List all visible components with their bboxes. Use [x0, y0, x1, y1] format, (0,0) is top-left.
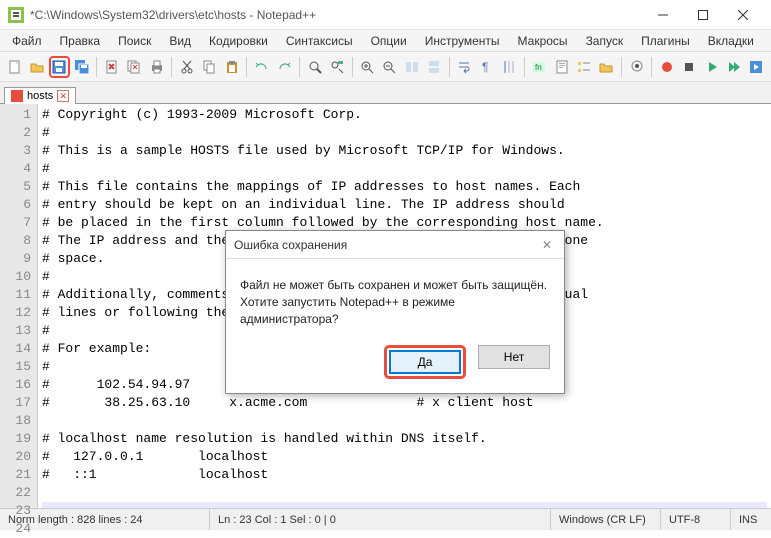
dialog-no-button[interactable]: Нет — [478, 345, 550, 369]
dialog-body: Файл не может быть сохранен и может быть… — [226, 259, 564, 335]
cut-icon[interactable] — [176, 56, 197, 78]
toolbar-separator — [299, 57, 300, 77]
dialog-close-icon[interactable]: ✕ — [538, 238, 556, 252]
menu-?[interactable]: ? — [764, 32, 771, 50]
dialog-buttons: Да Нет — [226, 335, 564, 393]
play-multi-icon[interactable] — [723, 56, 744, 78]
save-icon[interactable] — [49, 56, 70, 78]
toolbar-separator — [171, 57, 172, 77]
menu-bar: ФайлПравкаПоискВидКодировкиСинтаксисыОпц… — [0, 30, 771, 52]
tab-label: hosts — [27, 90, 53, 102]
close-all-icon[interactable] — [124, 56, 145, 78]
doc-map-icon[interactable] — [551, 56, 572, 78]
sync-v-icon[interactable] — [401, 56, 422, 78]
toolbar-separator — [524, 57, 525, 77]
maximize-button[interactable] — [683, 1, 723, 29]
window-title: *C:\Windows\System32\drivers\etc\hosts -… — [30, 8, 643, 22]
status-position: Ln : 23 Col : 1 Sel : 0 | 0 — [210, 509, 551, 530]
new-file-icon[interactable] — [4, 56, 25, 78]
unsaved-icon — [11, 90, 23, 102]
folder-icon[interactable] — [596, 56, 617, 78]
paste-icon[interactable] — [221, 56, 242, 78]
tab-hosts[interactable]: hosts ✕ — [4, 87, 76, 104]
menu-опции[interactable]: Опции — [363, 32, 415, 50]
svg-text:fn: fn — [535, 63, 542, 72]
dialog-title-text: Ошибка сохранения — [234, 238, 347, 252]
menu-инструменты[interactable]: Инструменты — [417, 32, 508, 50]
status-length: Norm length : 828 lines : 24 — [0, 509, 210, 530]
window-controls — [643, 1, 763, 29]
dialog-message-1: Файл не может быть сохранен и может быть… — [240, 277, 550, 294]
minimize-button[interactable] — [643, 1, 683, 29]
status-encoding[interactable]: UTF-8 — [661, 509, 731, 530]
tab-close-icon[interactable]: ✕ — [57, 90, 69, 102]
svg-text:¶: ¶ — [482, 60, 488, 74]
monitor-icon[interactable] — [626, 56, 647, 78]
dialog-yes-highlight: Да — [384, 345, 466, 379]
copy-icon[interactable] — [199, 56, 220, 78]
print-icon[interactable] — [146, 56, 167, 78]
close-file-icon[interactable] — [101, 56, 122, 78]
status-mode[interactable]: INS — [731, 509, 771, 530]
status-eol[interactable]: Windows (CR LF) — [551, 509, 661, 530]
menu-плагины[interactable]: Плагины — [633, 32, 698, 50]
wordwrap-icon[interactable] — [454, 56, 475, 78]
close-button[interactable] — [723, 1, 763, 29]
menu-вид[interactable]: Вид — [161, 32, 199, 50]
line-gutter: 123456789101112131415161718192021222324 — [0, 104, 38, 508]
open-file-icon[interactable] — [26, 56, 47, 78]
menu-макросы[interactable]: Макросы — [510, 32, 576, 50]
play-macro-icon[interactable] — [701, 56, 722, 78]
menu-поиск[interactable]: Поиск — [110, 32, 159, 50]
dialog-titlebar: Ошибка сохранения ✕ — [226, 231, 564, 259]
lang-icon[interactable]: fn — [529, 56, 550, 78]
toolbar-separator — [651, 57, 652, 77]
indent-guide-icon[interactable] — [498, 56, 519, 78]
replace-icon[interactable] — [326, 56, 347, 78]
toolbar-separator — [246, 57, 247, 77]
menu-запуск[interactable]: Запуск — [578, 32, 632, 50]
menu-файл[interactable]: Файл — [4, 32, 50, 50]
dialog-yes-button[interactable]: Да — [389, 350, 461, 374]
zoom-out-icon[interactable] — [379, 56, 400, 78]
dialog-message-2: Хотите запустить Notepad++ в режиме адми… — [240, 294, 550, 328]
menu-синтаксисы[interactable]: Синтаксисы — [278, 32, 361, 50]
toolbar-separator — [96, 57, 97, 77]
toolbar-separator — [352, 57, 353, 77]
sync-h-icon[interactable] — [423, 56, 444, 78]
save-error-dialog: Ошибка сохранения ✕ Файл не может быть с… — [225, 230, 565, 394]
menu-вкладки[interactable]: Вкладки — [700, 32, 762, 50]
toolbar-separator — [449, 57, 450, 77]
zoom-in-icon[interactable] — [357, 56, 378, 78]
app-icon — [8, 7, 24, 23]
status-bar: Norm length : 828 lines : 24 Ln : 23 Col… — [0, 508, 771, 530]
tab-bar: hosts ✕ — [0, 82, 771, 104]
redo-icon[interactable] — [274, 56, 295, 78]
func-list-icon[interactable] — [573, 56, 594, 78]
save-all-icon[interactable] — [71, 56, 92, 78]
record-macro-icon[interactable] — [656, 56, 677, 78]
show-all-chars-icon[interactable]: ¶ — [476, 56, 497, 78]
toolbar-separator — [621, 57, 622, 77]
undo-icon[interactable] — [251, 56, 272, 78]
menu-кодировки[interactable]: Кодировки — [201, 32, 276, 50]
toolbar: ¶ fn — [0, 52, 771, 82]
title-bar: *C:\Windows\System32\drivers\etc\hosts -… — [0, 0, 771, 30]
find-icon[interactable] — [304, 56, 325, 78]
save-macro-icon[interactable] — [746, 56, 767, 78]
stop-macro-icon[interactable] — [679, 56, 700, 78]
menu-правка[interactable]: Правка — [52, 32, 109, 50]
